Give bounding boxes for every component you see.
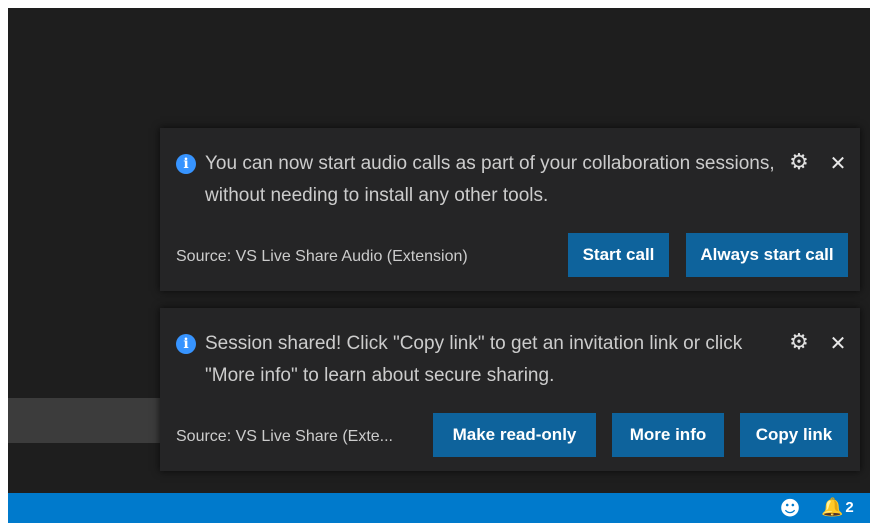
always-start-call-button[interactable]: Always start call	[686, 233, 848, 277]
bell-icon: 🔔	[821, 497, 844, 518]
close-icon[interactable]: ✕	[828, 152, 848, 174]
input-field-strip[interactable]	[8, 398, 183, 443]
copy-link-button[interactable]: Copy link	[740, 413, 848, 457]
gear-icon[interactable]: ⚙	[788, 332, 810, 354]
notification-toast-audio: i You can now start audio calls as part …	[160, 128, 860, 291]
close-icon[interactable]: ✕	[828, 332, 848, 354]
gear-icon[interactable]: ⚙	[788, 152, 810, 174]
notification-source: Source: VS Live Share (Exte...	[176, 428, 393, 445]
more-info-button[interactable]: More info	[612, 413, 724, 457]
notification-message: You can now start audio calls as part of…	[205, 153, 775, 206]
info-icon: i	[176, 154, 196, 174]
notification-source: Source: VS Live Share Audio (Extension)	[176, 248, 468, 265]
notification-count-badge: 2	[845, 499, 854, 516]
notification-message: Session shared! Click "Copy link" to get…	[205, 333, 743, 386]
info-icon: i	[176, 334, 196, 354]
status-bar: ☻ 🔔 2	[8, 493, 870, 523]
smiley-feedback-icon[interactable]: ☻	[779, 497, 801, 519]
make-read-only-button[interactable]: Make read-only	[433, 413, 596, 457]
notifications-bell-button[interactable]: 🔔 2	[821, 497, 854, 519]
notification-toast-session: i Session shared! Click "Copy link" to g…	[160, 308, 860, 471]
start-call-button[interactable]: Start call	[568, 233, 669, 277]
